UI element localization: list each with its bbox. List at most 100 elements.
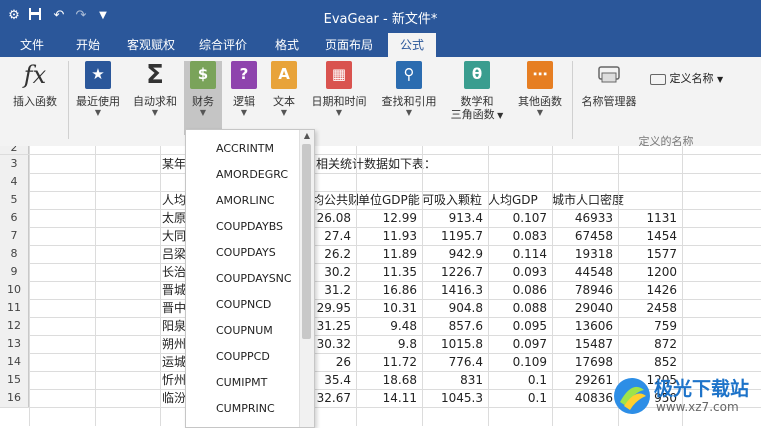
table-cell[interactable]: 9.8 [356, 335, 417, 353]
table-cell[interactable]: 9.48 [356, 317, 417, 335]
table-cell[interactable]: 1416.3 [422, 281, 483, 299]
row-header[interactable]: 2 [0, 146, 29, 154]
row-header[interactable]: 14 [0, 353, 29, 371]
lookup-reference-button[interactable]: ⚲ 查找和引用 ▼ [376, 61, 442, 131]
table-cell[interactable]: 17698 [552, 353, 613, 371]
table-cell[interactable]: 1454 [618, 227, 677, 245]
tab-format[interactable]: 格式 [262, 33, 312, 57]
menu-item-coupnum[interactable]: COUPNUM [216, 320, 273, 342]
row-header[interactable]: 15 [0, 371, 29, 389]
tab-home[interactable]: 开始 [64, 33, 112, 57]
menu-item-amorlinc[interactable]: AMORLINC [216, 190, 275, 212]
table-cell[interactable]: 1200 [618, 263, 677, 281]
scrollbar[interactable]: ▲ [299, 130, 314, 427]
table-cell[interactable]: 1226.7 [422, 263, 483, 281]
table-cell[interactable]: 10.31 [356, 299, 417, 317]
table-cell[interactable]: 0.097 [488, 335, 547, 353]
table-cell[interactable]: 0.1 [488, 389, 547, 407]
financial-button[interactable]: $ 财务 ▼ [184, 61, 222, 135]
table-cell[interactable]: 11.35 [356, 263, 417, 281]
table-cell[interactable]: 913.4 [422, 209, 483, 227]
table-cell[interactable]: 759 [618, 317, 677, 335]
scroll-thumb[interactable] [302, 144, 311, 339]
row-header[interactable]: 9 [0, 263, 29, 281]
table-cell[interactable]: 831 [422, 371, 483, 389]
menu-item-coupncd[interactable]: COUPNCD [216, 294, 271, 316]
table-cell[interactable]: 67458 [552, 227, 613, 245]
menu-item-amordegrc[interactable]: AMORDEGRC [216, 164, 288, 186]
table-cell[interactable]: 1131 [618, 209, 677, 227]
tab-page-layout[interactable]: 页面布局 [316, 33, 382, 57]
table-cell[interactable]: 0.083 [488, 227, 547, 245]
table-cell[interactable]: 857.6 [422, 317, 483, 335]
logical-button[interactable]: ? 逻辑 ▼ [226, 61, 262, 131]
recently-used-button[interactable]: ★ 最近使用 ▼ [70, 61, 126, 131]
row-header[interactable]: 13 [0, 335, 29, 353]
table-cell[interactable]: 1045.3 [422, 389, 483, 407]
tab-formulas[interactable]: 公式 [388, 33, 436, 57]
table-cell[interactable]: 13606 [552, 317, 613, 335]
row-header[interactable]: 7 [0, 227, 29, 245]
table-cell[interactable]: 40836 [552, 389, 613, 407]
autosum-button[interactable]: Σ 自动求和 ▼ [128, 61, 182, 131]
table-cell[interactable]: 14.11 [356, 389, 417, 407]
table-cell[interactable]: 0.107 [488, 209, 547, 227]
scroll-up-icon[interactable]: ▲ [300, 130, 314, 142]
table-cell[interactable]: 城市人口密度 [552, 191, 672, 209]
table-cell[interactable]: 0.114 [488, 245, 547, 263]
insert-function-button[interactable]: fx 插入函数 [6, 61, 64, 131]
row-header[interactable]: 12 [0, 317, 29, 335]
table-cell[interactable]: 12.99 [356, 209, 417, 227]
other-functions-button[interactable]: ⋯ 其他函数 ▼ [512, 61, 568, 131]
row-header[interactable]: 3 [0, 155, 29, 173]
menu-item-couppcd[interactable]: COUPPCD [216, 346, 270, 368]
table-cell[interactable]: 1195.7 [422, 227, 483, 245]
name-manager-button[interactable]: 名称管理器 [576, 61, 642, 131]
table-cell[interactable]: 0.109 [488, 353, 547, 371]
text-button[interactable]: A 文本 ▼ [266, 61, 302, 131]
table-cell[interactable]: 可吸入颗粒 [422, 191, 486, 209]
table-cell[interactable]: 46933 [552, 209, 613, 227]
table-cell[interactable]: 15487 [552, 335, 613, 353]
row-header[interactable]: 10 [0, 281, 29, 299]
menu-item-coupdays[interactable]: COUPDAYS [216, 242, 276, 264]
row-header[interactable]: 16 [0, 389, 29, 407]
tab-objective-weighting[interactable]: 客观赋权 [118, 33, 184, 57]
row-header[interactable]: 6 [0, 209, 29, 227]
table-cell[interactable]: 0.1 [488, 371, 547, 389]
table-cell[interactable]: 18.68 [356, 371, 417, 389]
table-cell[interactable]: 1426 [618, 281, 677, 299]
table-cell[interactable]: 11.72 [356, 353, 417, 371]
menu-item-cumipmt[interactable]: CUMIPMT [216, 372, 267, 394]
table-cell[interactable]: 44548 [552, 263, 613, 281]
table-cell[interactable]: 78946 [552, 281, 613, 299]
date-time-button[interactable]: ▦ 日期和时间 ▼ [306, 61, 372, 131]
table-cell[interactable]: 19318 [552, 245, 613, 263]
menu-item-cumprinc[interactable]: CUMPRINC [216, 398, 275, 420]
table-cell[interactable]: 776.4 [422, 353, 483, 371]
tab-file[interactable]: 文件 [8, 33, 56, 57]
table-cell[interactable]: 872 [618, 335, 677, 353]
math-trig-button[interactable]: θ 数学和 三角函数 ▼ [446, 61, 508, 131]
table-cell[interactable]: 均公共财 [312, 191, 358, 209]
menu-item-accrintm[interactable]: ACCRINTM [216, 138, 274, 160]
table-cell[interactable]: 单位GDP能 [358, 191, 420, 209]
table-cell[interactable]: 1577 [618, 245, 677, 263]
row-header[interactable]: 4 [0, 173, 29, 191]
table-cell[interactable]: 852 [618, 353, 677, 371]
table-cell[interactable]: 0.093 [488, 263, 547, 281]
table-cell[interactable]: 0.088 [488, 299, 547, 317]
table-cell[interactable]: 11.93 [356, 227, 417, 245]
table-cell[interactable]: 904.8 [422, 299, 483, 317]
row-header[interactable]: 8 [0, 245, 29, 263]
table-cell[interactable]: 人均GDP [488, 191, 550, 209]
table-cell[interactable]: 29261 [552, 371, 613, 389]
define-name-button[interactable]: 定义名称 ▼ [650, 70, 723, 86]
table-cell[interactable]: 0.086 [488, 281, 547, 299]
menu-item-coupdaybs[interactable]: COUPDAYBS [216, 216, 283, 238]
row-header[interactable]: 11 [0, 299, 29, 317]
table-cell[interactable]: 16.86 [356, 281, 417, 299]
row-header[interactable]: 5 [0, 191, 29, 209]
table-cell[interactable]: 相关统计数据如下表： [316, 155, 536, 173]
table-cell[interactable]: 1015.8 [422, 335, 483, 353]
